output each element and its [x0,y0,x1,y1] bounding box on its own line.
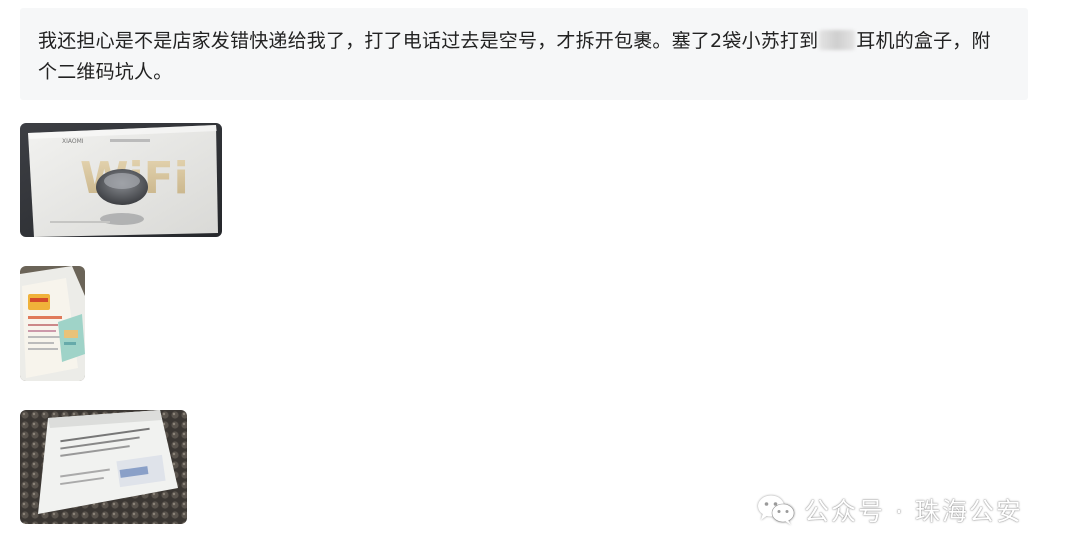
watermark-text: 公众号 · 珠海公安 [804,497,1023,526]
watermark: 公众号 · 珠海公安 [756,490,1023,530]
box-brand-text: XIAOMI [62,138,84,145]
redacted-brand-mask [819,30,856,50]
post-text-box: 我还担心是不是店家发错快递给我了，打了电话过去是空号，才拆开包裹。塞了2袋小苏打… [20,8,1028,100]
post-text: 我还担心是不是店家发错快递给我了，打了电话过去是空号，才拆开包裹。塞了2袋小苏打… [38,26,1006,88]
package-label-image [20,410,187,524]
photo-earbuds-box[interactable]: XIAOMI WiFi [20,123,222,237]
earbuds-box-image: XIAOMI WiFi [20,123,222,237]
photo-baking-soda-bags[interactable] [20,266,85,381]
wechat-icon [758,495,795,525]
baking-soda-image [20,266,85,381]
photo-package-label[interactable] [20,410,187,524]
post-text-part-1: 我还担心是不是店家发错快递给我了，打了电话过去是空号，才拆开包裹。塞了2袋小苏打… [38,30,819,52]
